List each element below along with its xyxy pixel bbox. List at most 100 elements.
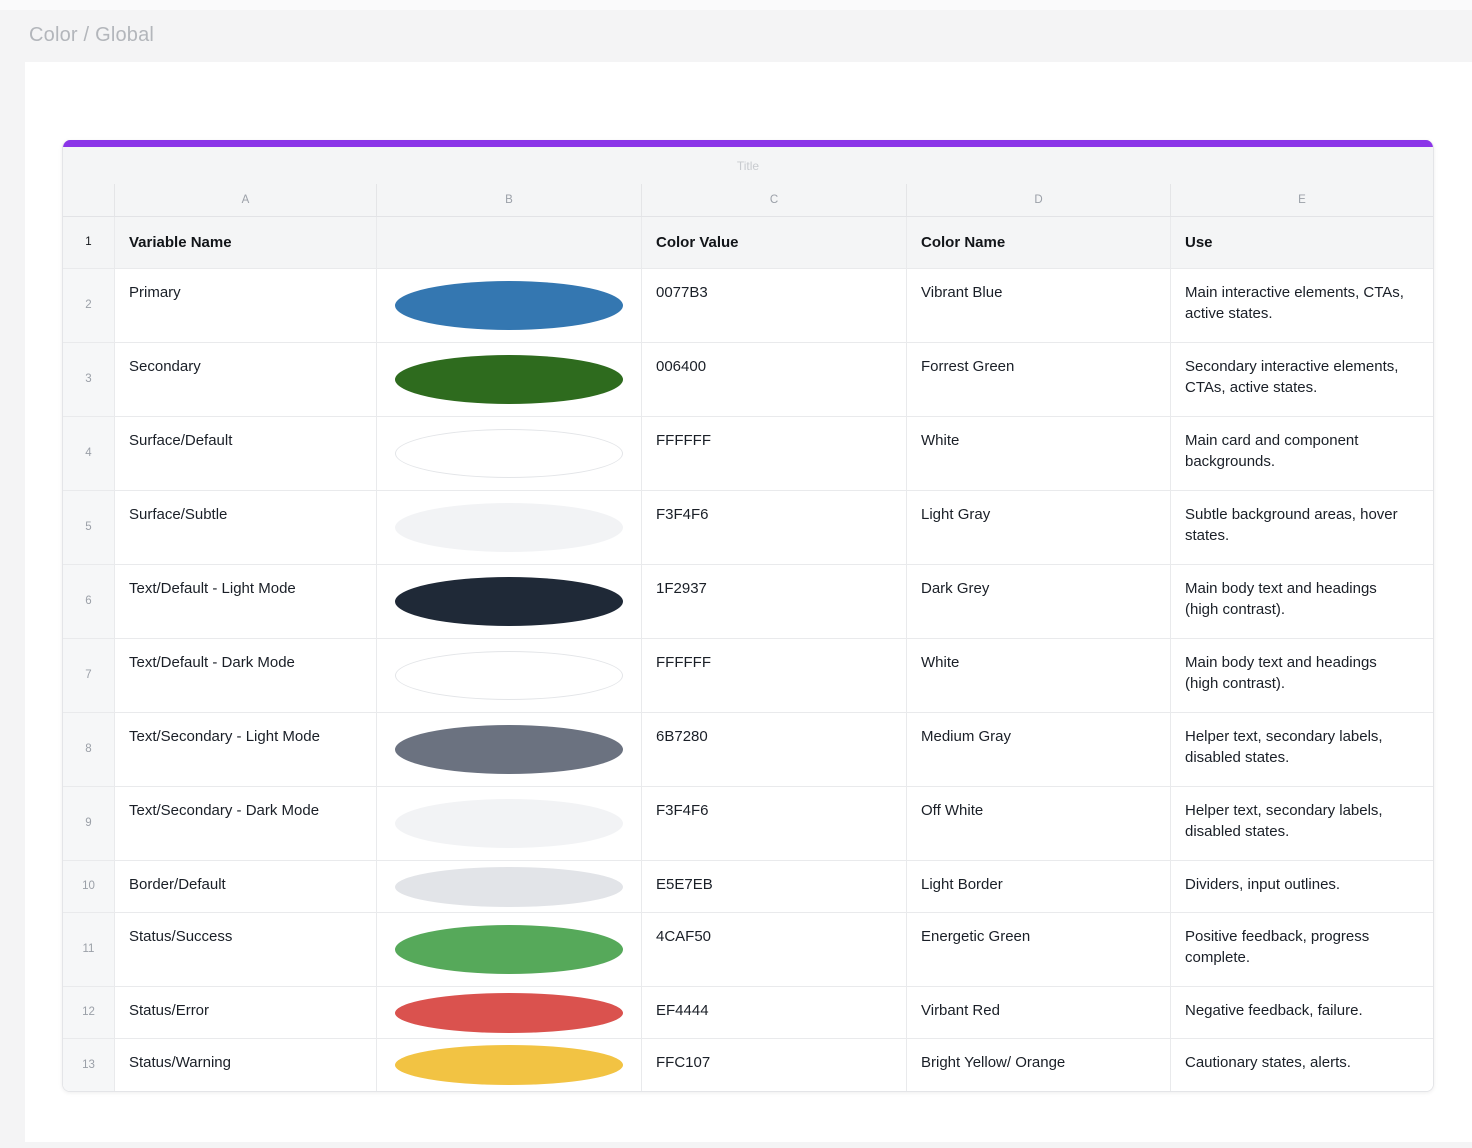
- row-number[interactable]: 3: [63, 343, 114, 416]
- cell-color-name[interactable]: Energetic Green: [906, 913, 1170, 986]
- cell-color-value[interactable]: 6B7280: [641, 713, 906, 786]
- cell-use[interactable]: Main card and component backgrounds.: [1170, 417, 1433, 490]
- cell-use[interactable]: Secondary interactive elements, CTAs, ac…: [1170, 343, 1433, 416]
- color-table-frame: Title ABCDE 1 Variable Name Color Value …: [62, 140, 1434, 1092]
- top-toolbar: Color / Global: [0, 0, 1472, 62]
- cell-variable-name[interactable]: Text/Secondary - Light Mode: [114, 713, 376, 786]
- row-number[interactable]: 11: [63, 913, 114, 986]
- cell-color-name[interactable]: Dark Grey: [906, 565, 1170, 638]
- cell-variable-name[interactable]: Border/Default: [114, 861, 376, 912]
- cell-swatch[interactable]: [376, 565, 641, 638]
- cell-variable-name[interactable]: Text/Secondary - Dark Mode: [114, 787, 376, 860]
- column-letter-c[interactable]: C: [641, 184, 906, 216]
- cell-variable-name[interactable]: Text/Default - Dark Mode: [114, 639, 376, 712]
- cell-use[interactable]: Main body text and headings (high contra…: [1170, 565, 1433, 638]
- cell-color-name[interactable]: White: [906, 639, 1170, 712]
- row-number[interactable]: 8: [63, 713, 114, 786]
- row-number[interactable]: 9: [63, 787, 114, 860]
- cell-color-value[interactable]: F3F4F6: [641, 491, 906, 564]
- row-number[interactable]: 7: [63, 639, 114, 712]
- table-row: 10 Border/Default E5E7EB Light Border Di…: [63, 861, 1433, 913]
- cell-swatch[interactable]: [376, 787, 641, 860]
- table-row: 4 Surface/Default FFFFFF White Main card…: [63, 417, 1433, 491]
- cell-color-value[interactable]: EF4444: [641, 987, 906, 1038]
- cell-swatch[interactable]: [376, 987, 641, 1038]
- cell-use[interactable]: Helper text, secondary labels, disabled …: [1170, 713, 1433, 786]
- cell-swatch[interactable]: [376, 639, 641, 712]
- cell-color-value[interactable]: FFFFFF: [641, 639, 906, 712]
- cell-use[interactable]: Negative feedback, failure.: [1170, 987, 1433, 1038]
- cell-color-value[interactable]: 1F2937: [641, 565, 906, 638]
- cell-use[interactable]: Cautionary states, alerts.: [1170, 1039, 1433, 1091]
- cell-color-name[interactable]: Vibrant Blue: [906, 269, 1170, 342]
- header-cell-color-name[interactable]: Color Name: [906, 217, 1170, 268]
- row-number[interactable]: 6: [63, 565, 114, 638]
- cell-color-value[interactable]: FFC107: [641, 1039, 906, 1091]
- row-number[interactable]: 10: [63, 861, 114, 912]
- design-canvas[interactable]: Title ABCDE 1 Variable Name Color Value …: [25, 62, 1472, 1142]
- cell-swatch[interactable]: [376, 269, 641, 342]
- cell-use[interactable]: Positive feedback, progress complete.: [1170, 913, 1433, 986]
- cell-swatch[interactable]: [376, 417, 641, 490]
- cell-variable-name[interactable]: Status/Success: [114, 913, 376, 986]
- column-letter-e[interactable]: E: [1170, 184, 1433, 216]
- column-letter-d[interactable]: D: [906, 184, 1170, 216]
- cell-swatch[interactable]: [376, 861, 641, 912]
- header-cell-swatch[interactable]: [376, 217, 641, 268]
- row-number[interactable]: 4: [63, 417, 114, 490]
- row-number[interactable]: 1: [63, 217, 114, 268]
- cell-color-name[interactable]: Off White: [906, 787, 1170, 860]
- row-number[interactable]: 5: [63, 491, 114, 564]
- cell-swatch[interactable]: [376, 343, 641, 416]
- cell-use[interactable]: Main interactive elements, CTAs, active …: [1170, 269, 1433, 342]
- cell-variable-name[interactable]: Secondary: [114, 343, 376, 416]
- cell-use[interactable]: Main body text and headings (high contra…: [1170, 639, 1433, 712]
- column-letter-b[interactable]: B: [376, 184, 641, 216]
- cell-color-name[interactable]: Light Border: [906, 861, 1170, 912]
- cell-use[interactable]: Dividers, input outlines.: [1170, 861, 1433, 912]
- header-cell-use[interactable]: Use: [1170, 217, 1433, 268]
- accent-bar: [63, 140, 1433, 147]
- cell-swatch[interactable]: [376, 491, 641, 564]
- table-title-bar[interactable]: Title: [63, 147, 1433, 184]
- cell-use[interactable]: Helper text, secondary labels, disabled …: [1170, 787, 1433, 860]
- cell-color-name[interactable]: Bright Yellow/ Orange: [906, 1039, 1170, 1091]
- cell-color-value[interactable]: E5E7EB: [641, 861, 906, 912]
- color-swatch: [395, 577, 623, 626]
- color-swatch: [395, 503, 623, 552]
- color-swatch: [395, 799, 623, 848]
- table-row: 5 Surface/Subtle F3F4F6 Light Gray Subtl…: [63, 491, 1433, 565]
- cell-color-name[interactable]: Light Gray: [906, 491, 1170, 564]
- cell-use[interactable]: Subtle background areas, hover states.: [1170, 491, 1433, 564]
- cell-color-value[interactable]: 0077B3: [641, 269, 906, 342]
- column-letters-row: ABCDE: [63, 184, 1433, 217]
- row-number[interactable]: 13: [63, 1039, 114, 1091]
- color-swatch: [395, 281, 623, 330]
- cell-variable-name[interactable]: Status/Error: [114, 987, 376, 1038]
- cell-swatch[interactable]: [376, 713, 641, 786]
- cell-variable-name[interactable]: Primary: [114, 269, 376, 342]
- cell-swatch[interactable]: [376, 1039, 641, 1091]
- header-cell-variable-name[interactable]: Variable Name: [114, 217, 376, 268]
- cell-variable-name[interactable]: Text/Default - Light Mode: [114, 565, 376, 638]
- cell-color-value[interactable]: 006400: [641, 343, 906, 416]
- row-number[interactable]: 2: [63, 269, 114, 342]
- cell-swatch[interactable]: [376, 913, 641, 986]
- cell-variable-name[interactable]: Status/Warning: [114, 1039, 376, 1091]
- cell-color-name[interactable]: Forrest Green: [906, 343, 1170, 416]
- table-row: 12 Status/Error EF4444 Virbant Red Negat…: [63, 987, 1433, 1039]
- color-swatch: [395, 866, 623, 907]
- cell-variable-name[interactable]: Surface/Subtle: [114, 491, 376, 564]
- cell-color-name[interactable]: Virbant Red: [906, 987, 1170, 1038]
- cell-variable-name[interactable]: Surface/Default: [114, 417, 376, 490]
- cell-color-value[interactable]: 4CAF50: [641, 913, 906, 986]
- cell-color-value[interactable]: F3F4F6: [641, 787, 906, 860]
- cell-color-name[interactable]: Medium Gray: [906, 713, 1170, 786]
- corner-cell[interactable]: [63, 184, 114, 216]
- cell-color-name[interactable]: White: [906, 417, 1170, 490]
- row-number[interactable]: 12: [63, 987, 114, 1038]
- header-cell-color-value[interactable]: Color Value: [641, 217, 906, 268]
- column-letter-a[interactable]: A: [114, 184, 376, 216]
- breadcrumb[interactable]: Color / Global: [29, 24, 154, 47]
- cell-color-value[interactable]: FFFFFF: [641, 417, 906, 490]
